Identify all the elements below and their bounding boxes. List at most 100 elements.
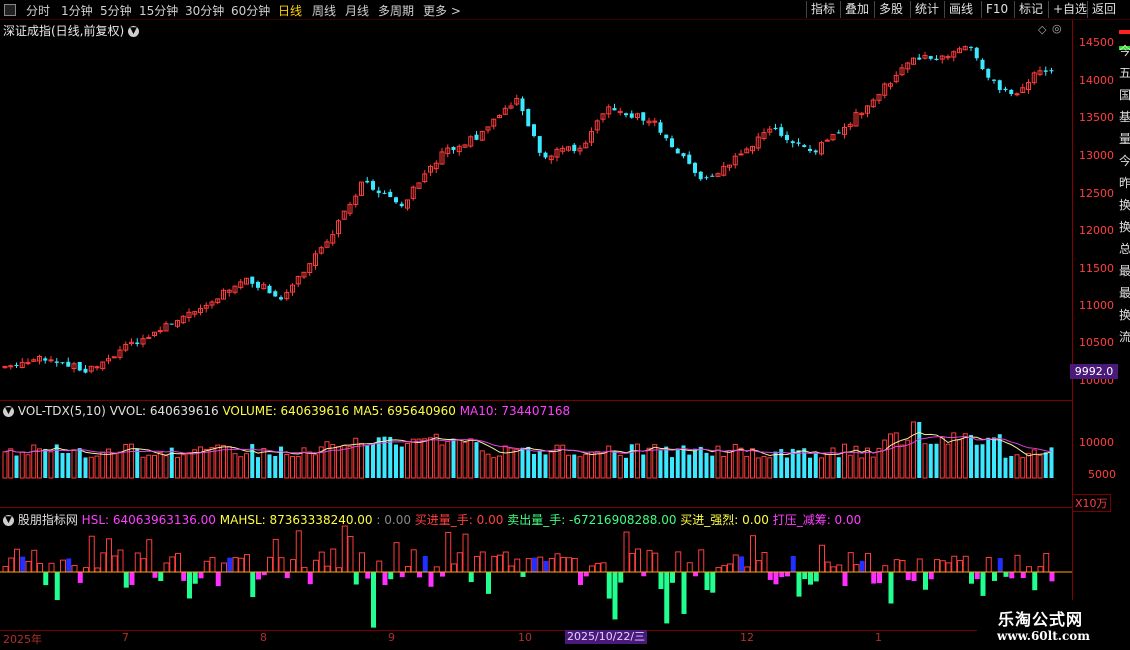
volume-bar [842,443,847,479]
volume-bar [1043,452,1048,478]
volume-bar [727,450,732,479]
candle-body [785,134,789,141]
indicator-bar [842,572,848,586]
volume-bar [893,432,899,479]
volume-bar [704,452,709,478]
indicator-bar [307,572,313,585]
volume-bar [491,457,497,479]
vol-volume: VOLUME: 640639616 [222,404,350,418]
volume-bar [1037,454,1043,479]
indicator-bar [819,544,825,573]
volume-bar [911,421,916,479]
candle-body [738,153,744,156]
volume-bar [836,457,841,478]
indicator-bar [100,552,107,573]
indicator-bar [525,558,532,573]
volume-bar [169,447,174,478]
side-panel-label: 国 [1119,88,1130,102]
volume-bar [629,444,634,478]
indicator-bar [462,533,469,573]
candle-body [980,59,985,70]
price-axis-label: 12000 [1079,224,1114,237]
volume-bar [600,452,606,479]
kline-chart[interactable] [0,0,1072,650]
indicator-bar [767,572,773,580]
indicator-bar [957,560,963,573]
price-marker: 9992.0 [1070,364,1118,379]
volume-bar [341,444,347,479]
vol-name[interactable]: VOL-TDX(5,10) [18,404,106,418]
candle-body [388,191,393,198]
indicator-bar [422,555,428,572]
volume-bar [962,433,968,479]
volume-bar [646,447,652,479]
volume-bar [307,451,313,479]
volume-bar [479,450,485,479]
indicator-bar [681,572,687,614]
indicator-bar [123,572,129,588]
candle-body [572,144,577,152]
volume-bar [175,457,180,479]
vol-header: ▼ VOL-TDX(5,10) VVOL: 640639616 VOLUME: … [3,404,570,418]
candle-body [796,142,801,144]
volume-bar [232,453,238,479]
indicator-bar [1032,572,1038,591]
ind-name[interactable]: 股朋指标网 [18,513,78,527]
indicator-bar [646,549,653,573]
volume-bar [416,438,422,479]
indicator-bar [14,548,20,573]
volume-bar [687,454,692,478]
side-panel-label: 五 [1119,66,1130,80]
indicator-bar [376,560,383,573]
volume-bar [755,457,761,479]
indicator-bar [715,567,722,573]
indicator-bar [382,572,388,586]
volume-bar [25,454,31,479]
xaxis-label: 8 [260,631,267,644]
indicator-bar [278,557,285,573]
candle-body [135,342,140,345]
volume-bar [969,435,973,478]
candle-body [43,358,48,361]
btn-back[interactable]: 返回 [1087,1,1120,18]
indicator-bar [566,557,572,573]
indicator-bar [54,572,60,601]
candle-body [60,362,65,364]
volume-bar [1026,452,1031,479]
indicator-bar [502,551,509,573]
indicator-bar [773,572,779,585]
volume-bar [750,448,755,479]
indicator-bar [474,555,480,573]
chevron-down-icon[interactable]: ▼ [3,515,14,526]
candle-body [537,136,542,153]
volume-bar [721,455,727,479]
candle-body [376,190,381,194]
volume-bar [497,455,502,479]
candle-body [658,122,663,133]
candle-body [997,80,1002,91]
volume-bar [77,448,82,478]
price-axis-label: 10500 [1079,336,1114,349]
volume-bar [347,445,353,479]
candle-body [250,276,255,284]
volume-bar [1009,455,1014,478]
indicator-bar [88,535,95,573]
volume-bar [71,449,77,479]
volume-bar [796,450,801,478]
volume-bar [543,454,548,478]
volume-bar [157,451,163,479]
xaxis-label: 2025年 [3,633,42,646]
volume-bar [670,457,674,478]
volume-bar [641,454,646,478]
indicator-bar [888,572,894,604]
chevron-down-icon[interactable]: ▼ [3,406,14,417]
volume-bar [635,443,640,479]
indicator-bar [451,563,457,573]
candle-body [48,359,54,362]
candle-body [917,57,922,60]
candle-body [474,134,479,140]
volume-bar [267,454,272,478]
indicator-bar [710,572,716,593]
volume-bar [566,454,571,479]
indicator-bar [911,572,917,582]
